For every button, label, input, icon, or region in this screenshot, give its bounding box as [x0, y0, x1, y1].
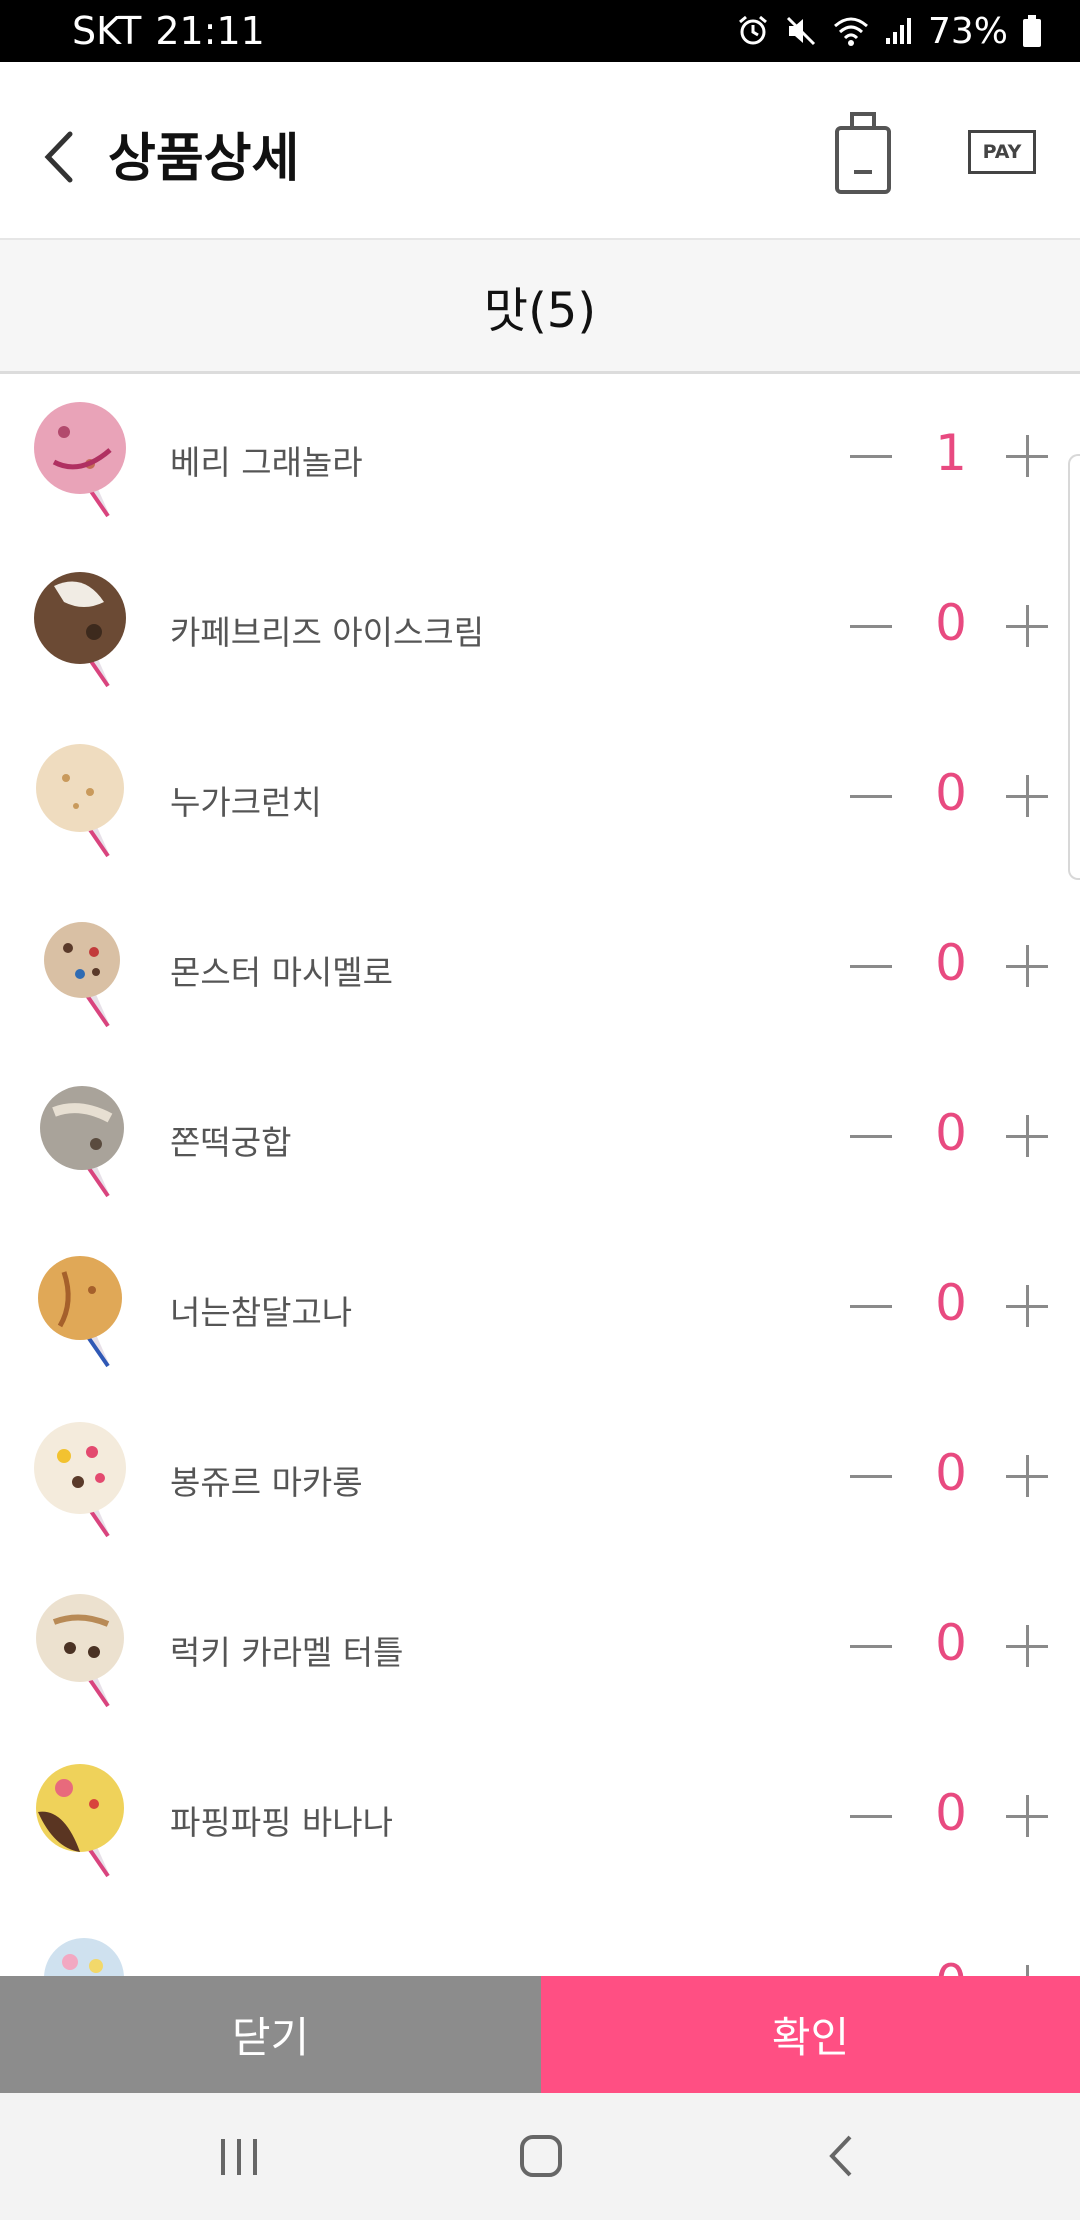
confirm-button-label: 확인: [771, 2013, 850, 2062]
increase-button[interactable]: [1002, 940, 1054, 992]
item-name: 파핑파핑 바나나: [170, 1803, 394, 1842]
list-item: 럭키 카라멜 터틀 0: [0, 1564, 1080, 1734]
increase-button[interactable]: [1002, 1960, 1054, 1976]
wifi-icon: [832, 14, 870, 48]
list-item: 봉쥬르 마카롱 0: [0, 1394, 1080, 1564]
increase-button[interactable]: [1002, 1110, 1054, 1162]
ice-cream-scoop-image: [24, 732, 142, 864]
item-name: 쫀떡궁합: [170, 1123, 292, 1162]
ice-cream-scoop-image: [24, 902, 142, 1034]
app-header: 상품상세 PAY: [0, 62, 1080, 240]
item-name: 몬스터 마시멜로: [170, 953, 394, 992]
item-name: 봉쥬르 마카롱: [170, 1463, 363, 1502]
list-item: 너는참달고나 0: [0, 1224, 1080, 1394]
quantity-value: 0: [935, 1444, 967, 1502]
decrease-button[interactable]: [846, 1960, 898, 1976]
clock: 21:11: [155, 9, 265, 53]
item-name: 너는참달고나: [170, 1293, 353, 1332]
home-icon[interactable]: [518, 2133, 564, 2183]
decrease-button[interactable]: [846, 1450, 898, 1502]
scrollbar[interactable]: [1068, 454, 1080, 880]
quantity-value: 0: [935, 1104, 967, 1162]
decrease-button[interactable]: [846, 1110, 898, 1162]
item-name: 카페브리즈 아이스크림: [170, 613, 485, 652]
close-button-label: 닫기: [231, 2013, 310, 2062]
ice-cream-scoop-image: [24, 1582, 142, 1714]
list-item: 파핑파핑 바나나 0: [0, 1734, 1080, 1904]
quantity-value: 1: [935, 424, 967, 482]
decrease-button[interactable]: [846, 1620, 898, 1672]
list-item: 누가크런치 0: [0, 714, 1080, 884]
list-item: 몬스터 마시멜로 0: [0, 884, 1080, 1054]
decrease-button[interactable]: [846, 1280, 898, 1332]
ice-cream-scoop-image: [24, 1242, 142, 1374]
ice-cream-scoop-image: [24, 1922, 142, 1976]
increase-button[interactable]: [1002, 430, 1054, 482]
list-item: 쫀떡궁합 0: [0, 1054, 1080, 1224]
status-bar: SKT 21:11 73%: [0, 0, 1080, 62]
increase-button[interactable]: [1002, 1790, 1054, 1842]
increase-button[interactable]: [1002, 1280, 1054, 1332]
quantity-value: 0: [935, 1614, 967, 1672]
status-left: SKT 21:11: [72, 9, 265, 53]
ice-cream-scoop-image: [24, 562, 142, 694]
ice-cream-scoop-image: [24, 1072, 142, 1204]
increase-button[interactable]: [1002, 770, 1054, 822]
confirm-button[interactable]: 확인: [541, 1976, 1080, 2093]
item-name: 럭키 카라멜 터틀: [170, 1633, 404, 1672]
system-nav-bar: [0, 2093, 1080, 2220]
quantity-value: 0: [935, 594, 967, 652]
quantity-value: 0: [935, 1784, 967, 1842]
mute-icon: [784, 14, 818, 48]
ice-cream-scoop-image: [24, 1752, 142, 1884]
increase-button[interactable]: [1002, 1450, 1054, 1502]
page-title: 상품상세: [108, 129, 300, 189]
decrease-button[interactable]: [846, 600, 898, 652]
section-title: 맛(5): [0, 240, 1080, 374]
battery-icon: [1022, 14, 1042, 48]
list-item: 0: [0, 1904, 1080, 1976]
decrease-button[interactable]: [846, 430, 898, 482]
quantity-value: 0: [935, 764, 967, 822]
pay-icon[interactable]: PAY: [968, 130, 1036, 174]
quantity-value: 0: [935, 1274, 967, 1332]
back-arrow-icon[interactable]: [34, 122, 88, 192]
recent-apps-icon[interactable]: [218, 2135, 260, 2183]
list-item: 베리 그래놀라 1: [0, 374, 1080, 544]
signal-icon: [884, 16, 914, 46]
carrier-label: SKT: [72, 9, 142, 53]
alarm-icon: [736, 14, 770, 48]
item-name: 누가크런치: [170, 783, 322, 822]
decrease-button[interactable]: [846, 1790, 898, 1842]
section-title-label: 맛(5): [483, 282, 597, 339]
list-item: 카페브리즈 아이스크림 0: [0, 544, 1080, 714]
quantity-value: 0: [916, 1954, 986, 1976]
status-right: 73%: [736, 11, 1042, 52]
increase-button[interactable]: [1002, 600, 1054, 652]
item-name: 베리 그래놀라: [170, 443, 363, 482]
pay-label: PAY: [982, 141, 1022, 163]
decrease-button[interactable]: [846, 940, 898, 992]
ice-cream-scoop-image: [24, 392, 142, 524]
back-icon[interactable]: [826, 2133, 856, 2183]
close-button[interactable]: 닫기: [0, 1976, 541, 2093]
battery-percent: 73%: [927, 10, 1008, 52]
decrease-button[interactable]: [846, 770, 898, 822]
increase-button[interactable]: [1002, 1620, 1054, 1672]
ice-cream-scoop-image: [24, 1412, 142, 1544]
flavor-list[interactable]: 베리 그래놀라 1 카페브리즈 아이스크림 0 누가크런치 0 몬스터 마시멜로…: [0, 374, 1080, 1976]
shopping-bag-icon[interactable]: [830, 108, 896, 198]
quantity-value: 0: [935, 934, 967, 992]
